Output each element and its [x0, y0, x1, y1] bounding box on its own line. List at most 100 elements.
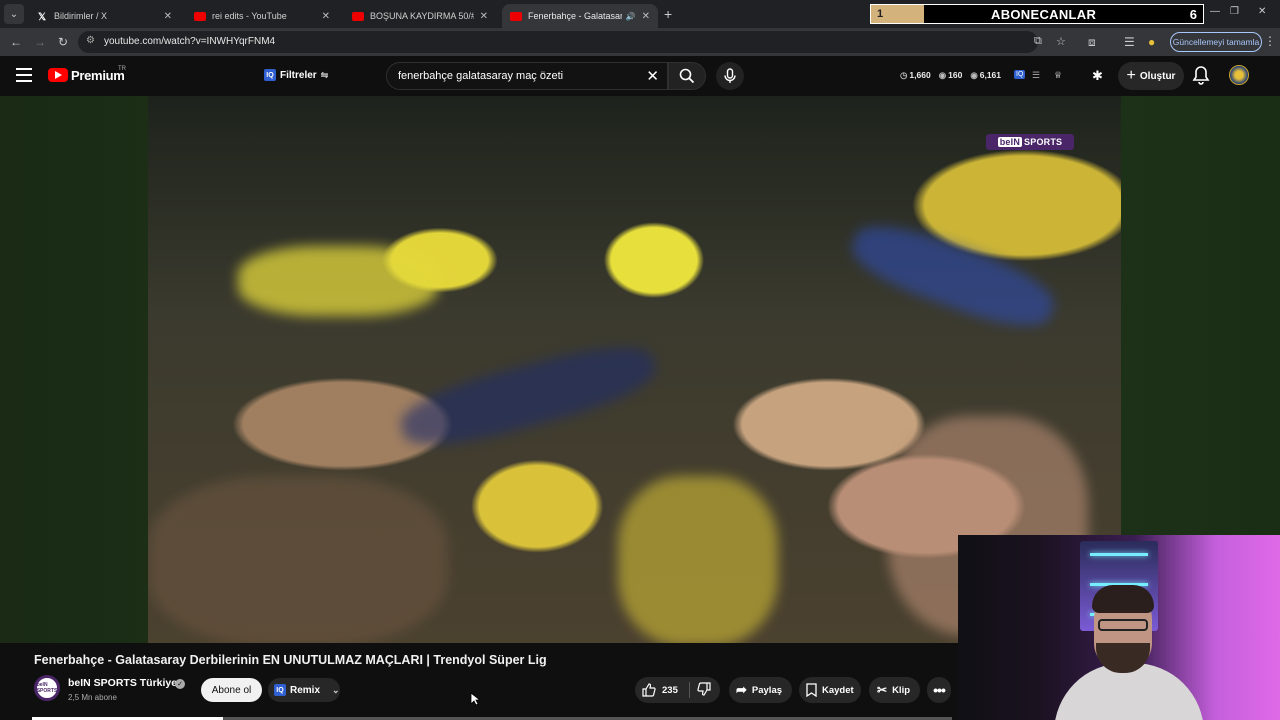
bookmark-star-icon[interactable]: ☆ — [1056, 35, 1066, 48]
site-info-icon[interactable]: ⚙ — [86, 35, 95, 46]
restore-icon[interactable]: ❐ — [1230, 6, 1239, 17]
streamer-glasses — [1098, 619, 1148, 631]
goal-end-value: 6 — [1189, 7, 1197, 22]
tab-notifications-x[interactable]: 𝕏 Bildirimler / X ✕ — [28, 4, 180, 28]
close-icon[interactable]: ✕ — [322, 11, 330, 22]
reading-list-icon[interactable]: ☰ — [1124, 35, 1135, 49]
share-icon: ➦ — [736, 682, 747, 697]
search-input[interactable]: fenerbahçe galatasaray maç özeti ✕ — [386, 62, 668, 90]
back-icon[interactable]: ← — [10, 35, 22, 49]
voice-search-button[interactable] — [716, 62, 744, 90]
clip-button[interactable]: ✂ Klip — [869, 677, 920, 703]
minimize-icon[interactable]: — — [1210, 6, 1220, 17]
more-horizontal-icon: ••• — [933, 682, 946, 698]
thumbs-up-icon — [642, 683, 656, 697]
address-bar[interactable]: ⚙ youtube.com/watch?v=INWHYqrFNM4 ⧉ ☆ — [78, 31, 1066, 53]
browser-tab-bar: ⌄ 𝕏 Bildirimler / X ✕ rei edits - YouTub… — [0, 0, 1280, 28]
extensions-icon[interactable]: ⧈ — [1088, 35, 1096, 50]
like-count: 235 — [662, 684, 678, 696]
notifications-bell-icon[interactable] — [1192, 65, 1210, 85]
save-label: Kaydet — [822, 684, 854, 696]
new-tab-button[interactable]: + — [664, 6, 672, 22]
scarf-shape — [238, 246, 438, 316]
thumbs-down-icon[interactable] — [697, 682, 711, 696]
forward-icon[interactable]: → — [34, 35, 46, 49]
verified-icon: ✓ — [175, 679, 185, 689]
share-button[interactable]: ➦ Paylaş — [729, 677, 792, 703]
search-button[interactable] — [668, 62, 706, 90]
url-text[interactable]: youtube.com/watch?v=INWHYqrFNM4 — [104, 36, 275, 47]
profile-icon[interactable]: ● — [1148, 35, 1155, 49]
channel-name[interactable]: beIN SPORTS Türkiye — [68, 677, 177, 689]
extension-puzzle-icon[interactable]: ✱ — [1092, 68, 1103, 84]
share-label: Paylaş — [751, 684, 783, 696]
clear-search-icon[interactable]: ✕ — [646, 67, 659, 85]
subscriber-count: 2,5 Mn abone — [68, 693, 117, 702]
goal-title: ABONECANLAR — [991, 7, 1097, 22]
browser-toolbar: ← → ↻ ⚙ youtube.com/watch?v=INWHYqrFNM4 … — [0, 28, 1280, 56]
channel-avatar[interactable]: beIN SPORTS — [34, 675, 60, 701]
video-info: Fenerbahçe - Galatasaray Derbilerinin EN… — [0, 643, 958, 720]
tab-bosuna-kaydirma[interactable]: BOŞUNA KAYDIRMA 50/#BK50 ✕ — [344, 4, 496, 28]
create-button[interactable]: + Oluştur — [1118, 62, 1184, 90]
watermark-prefix: beIN — [997, 137, 1023, 147]
divider — [689, 682, 690, 698]
speaker-icon[interactable]: 🔊 — [626, 12, 636, 21]
streamer-webcam — [958, 535, 1280, 720]
filters-button[interactable]: IQ Filtreler ⇋ — [264, 69, 328, 81]
bookmark-icon — [806, 683, 817, 697]
tab-label: Bildirimler / X — [54, 11, 108, 21]
remix-button[interactable]: IQ Remix ⌄ — [268, 678, 340, 702]
search-query-text[interactable]: fenerbahçe galatasaray maç özeti — [398, 70, 563, 82]
tab-fenerbahce-galatasaray[interactable]: Fenerbahçe - Galatasaray D 🔊 ✕ — [502, 4, 658, 28]
youtube-icon — [194, 11, 206, 21]
extension-logo-icon: IQ — [264, 69, 276, 81]
sliders-icon: ⇋ — [320, 69, 329, 80]
tab-search-button[interactable]: ⌄ — [4, 4, 24, 24]
crowd-shape — [618, 476, 778, 643]
user-avatar[interactable] — [1229, 65, 1249, 85]
save-button[interactable]: Kaydet — [799, 677, 861, 703]
like-dislike-group: 235 — [635, 677, 720, 703]
scissors-icon: ✂ — [877, 683, 888, 697]
create-label: Oluştur — [1139, 70, 1176, 82]
list-icon[interactable]: ☰ — [1032, 70, 1040, 81]
chevron-down-icon: ⌄ — [332, 684, 340, 695]
hamburger-menu-icon[interactable] — [16, 68, 32, 82]
broadcaster-watermark: beIN SPORTS — [986, 134, 1074, 150]
tab-rei-edits[interactable]: rei edits - YouTube ✕ — [186, 4, 338, 28]
close-window-icon[interactable]: ✕ — [1258, 6, 1266, 17]
streamer-hair — [1092, 585, 1154, 613]
microphone-icon — [724, 68, 736, 83]
scarf-shape — [394, 333, 662, 459]
extension-stats: ◷ 1,660 ◉ 160 ◉ 6,161 — [900, 70, 1001, 81]
search-icon — [679, 68, 695, 84]
trophy-icon[interactable]: ♕ — [1054, 70, 1062, 81]
like-button[interactable]: 235 — [635, 677, 678, 703]
reload-icon[interactable]: ↻ — [58, 35, 68, 49]
close-icon[interactable]: ✕ — [642, 11, 650, 22]
tab-label: rei edits - YouTube — [212, 11, 287, 21]
close-icon[interactable]: ✕ — [164, 11, 172, 22]
clip-label: Klip — [892, 684, 911, 696]
install-app-icon[interactable]: ⧉ — [1034, 35, 1042, 48]
plus-icon: + — [1126, 67, 1136, 84]
eye-icon: ◉ — [938, 70, 947, 80]
subscribe-button[interactable]: Abone ol — [201, 678, 262, 702]
extension-logo-icon[interactable]: IQ — [1014, 70, 1026, 79]
stat-views: ◉ 160 — [938, 70, 963, 80]
clock-icon: ◷ — [900, 70, 908, 80]
browser-menu-icon[interactable]: ⋮ — [1264, 34, 1276, 48]
close-icon[interactable]: ✕ — [480, 11, 488, 22]
goal-start-value: 1 — [877, 8, 884, 20]
subscriber-goal-overlay: 1 ABONECANLAR 6 — [870, 4, 1204, 24]
region-code: TR — [118, 66, 126, 72]
youtube-icon — [510, 11, 522, 21]
update-button[interactable]: Güncellemeyi tamamla — [1170, 32, 1262, 52]
more-actions-button[interactable]: ••• — [927, 677, 951, 703]
premium-logo-text[interactable]: Premium — [71, 68, 125, 83]
tab-label: BOŞUNA KAYDIRMA 50/#BK50 — [370, 11, 474, 21]
scarf-shape — [844, 211, 1062, 341]
youtube-logo-icon[interactable] — [48, 68, 68, 82]
youtube-masthead: Premium TR IQ Filtreler ⇋ fenerbahçe gal… — [0, 56, 1280, 96]
